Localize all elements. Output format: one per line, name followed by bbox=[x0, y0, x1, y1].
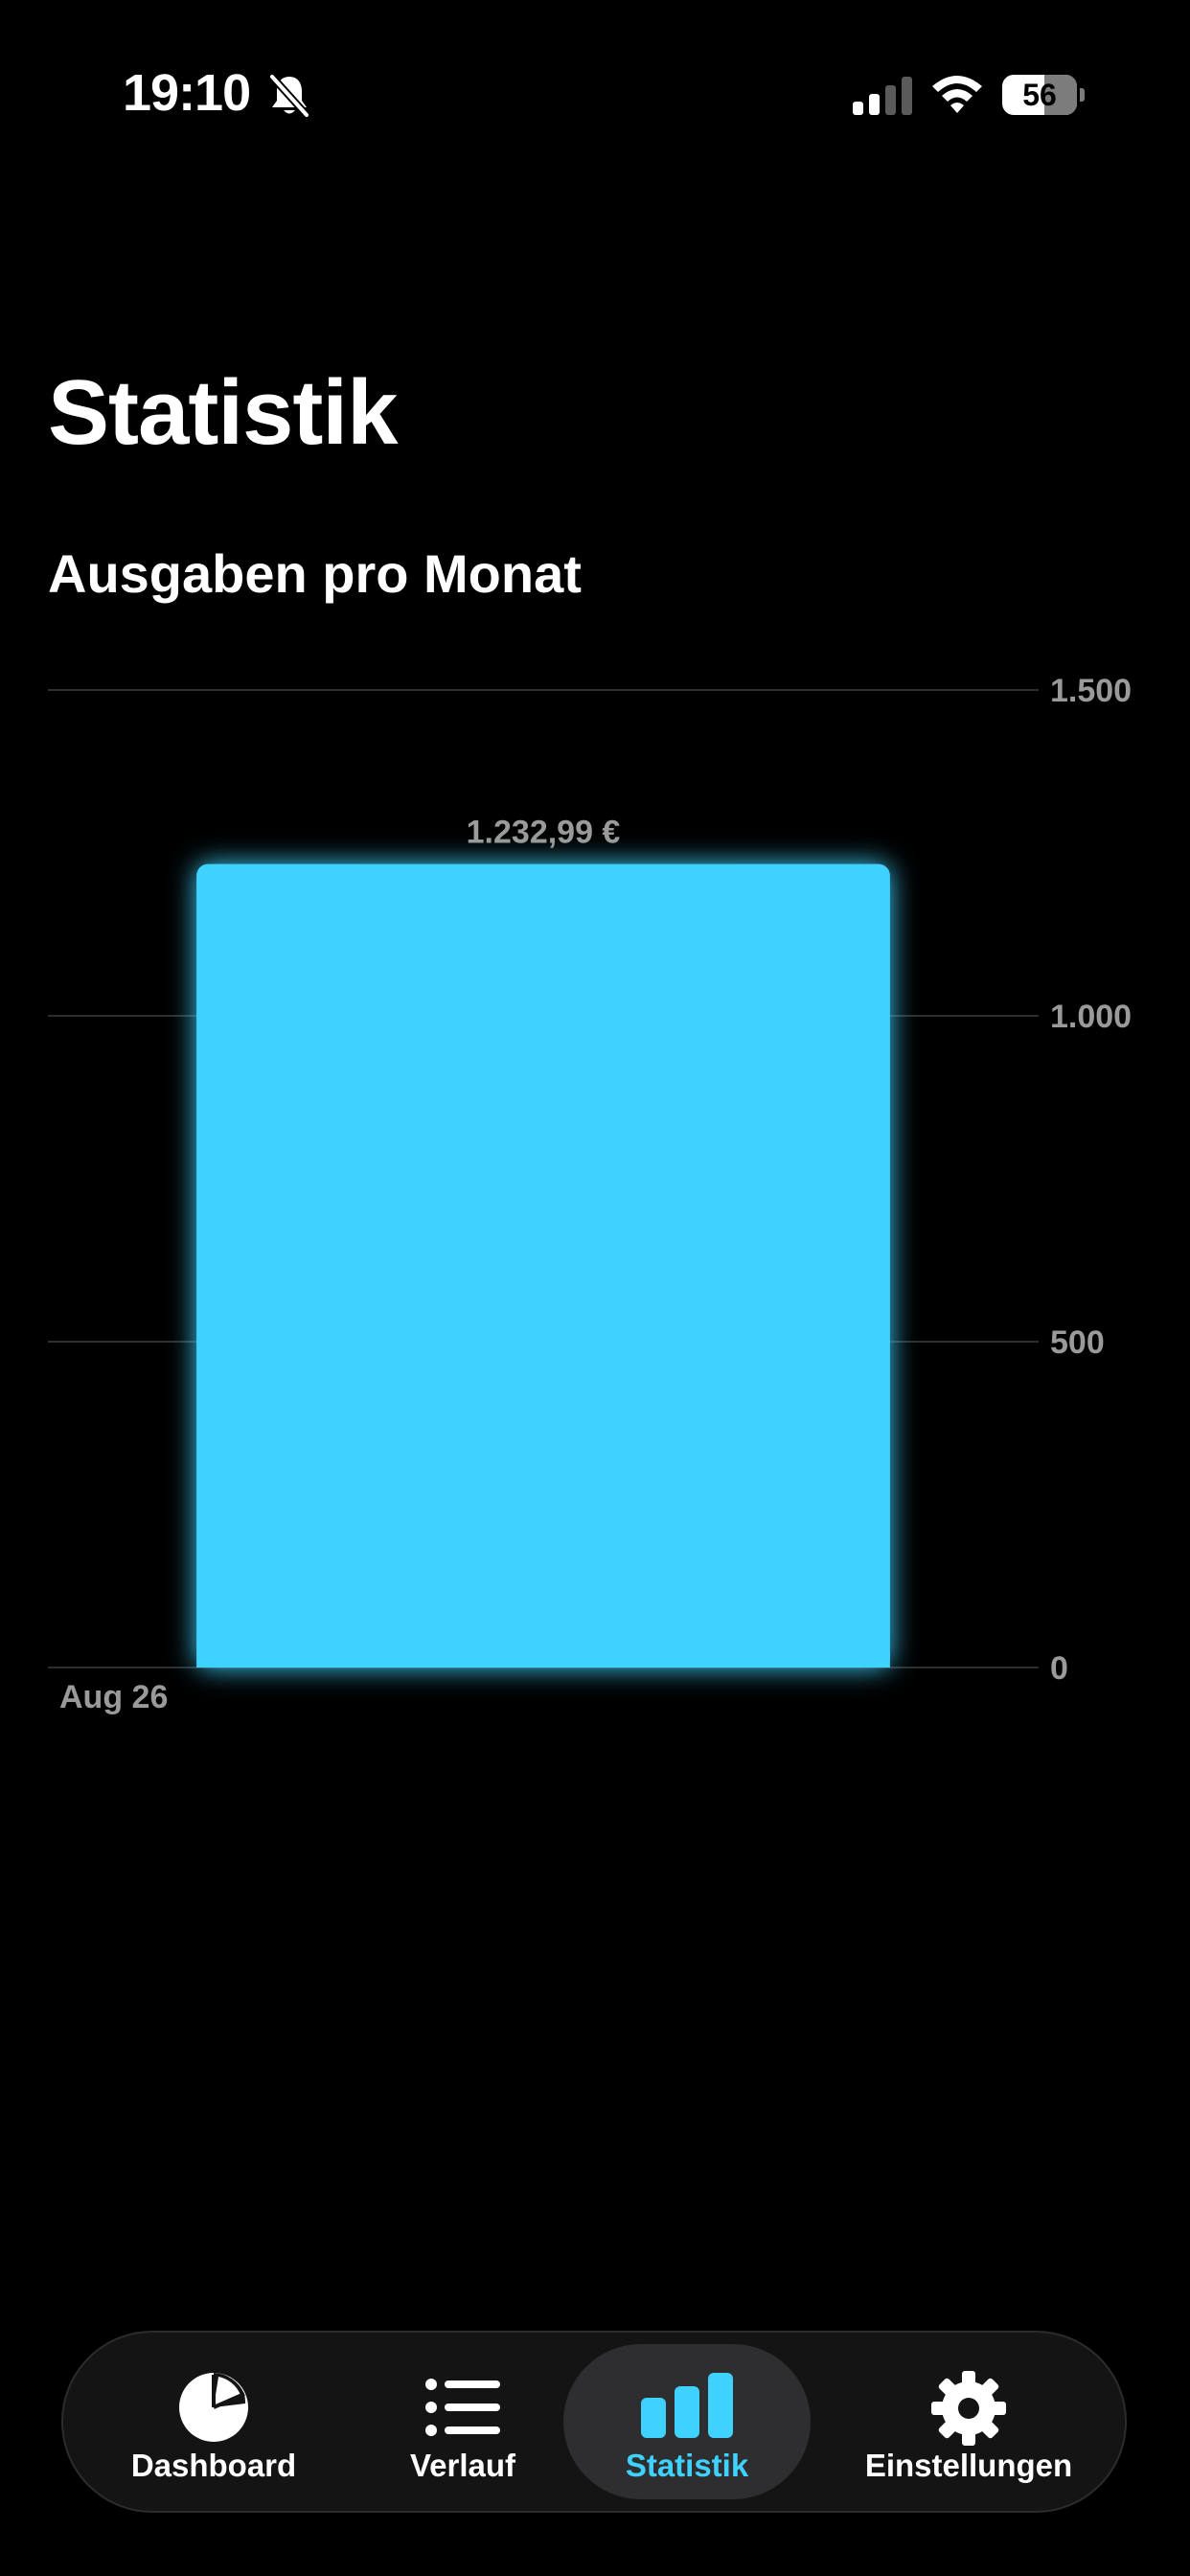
cellular-signal-icon bbox=[853, 77, 912, 115]
status-time: 19:10 bbox=[123, 64, 251, 122]
pie-chart-icon bbox=[179, 2373, 248, 2442]
wifi-icon bbox=[932, 76, 982, 113]
list-icon bbox=[425, 2379, 500, 2436]
y-tick-label: 1.000 bbox=[1050, 999, 1132, 1035]
battery-indicator: 56 bbox=[1002, 75, 1085, 115]
tab-label: Dashboard bbox=[130, 2448, 297, 2483]
bar-value-label: 1.232,99 € bbox=[467, 815, 621, 851]
tab-statistik[interactable]: Statistik bbox=[563, 2344, 811, 2499]
y-tick-label: 500 bbox=[1050, 1324, 1105, 1361]
chart-canvas: 0 500 1.000 1.500 1.232,99 € Aug 26 bbox=[48, 667, 1152, 1715]
y-tick-label: 1.500 bbox=[1050, 673, 1132, 709]
bar bbox=[196, 863, 890, 1668]
tab-verlauf[interactable]: Verlauf bbox=[362, 2344, 563, 2499]
tab-label: Verlauf bbox=[409, 2448, 516, 2483]
tab-label: Einstellungen bbox=[864, 2448, 1073, 2483]
y-tick-label: 0 bbox=[1050, 1650, 1068, 1687]
gear-icon bbox=[931, 2371, 1006, 2446]
page-title: Statistik bbox=[48, 361, 398, 464]
status-bar: 19:10 56 bbox=[0, 0, 1190, 192]
x-tick-label: Aug 26 bbox=[59, 1679, 168, 1715]
tab-dashboard[interactable]: Dashboard bbox=[105, 2344, 322, 2499]
section-title: Ausgaben pro Monat bbox=[48, 543, 582, 604]
tab-einstellungen[interactable]: Einstellungen bbox=[837, 2344, 1100, 2499]
tab-label: Statistik bbox=[625, 2448, 749, 2483]
bell-slash-icon bbox=[268, 73, 310, 119]
tab-bar: Dashboard Verlauf Statistik Einstellunge… bbox=[61, 2331, 1127, 2513]
monthly-expenses-chart: 0 500 1.000 1.500 1.232,99 € Aug 26 bbox=[0, 613, 1190, 1744]
bar-chart-icon bbox=[641, 2373, 733, 2438]
battery-level: 56 bbox=[1022, 78, 1057, 112]
